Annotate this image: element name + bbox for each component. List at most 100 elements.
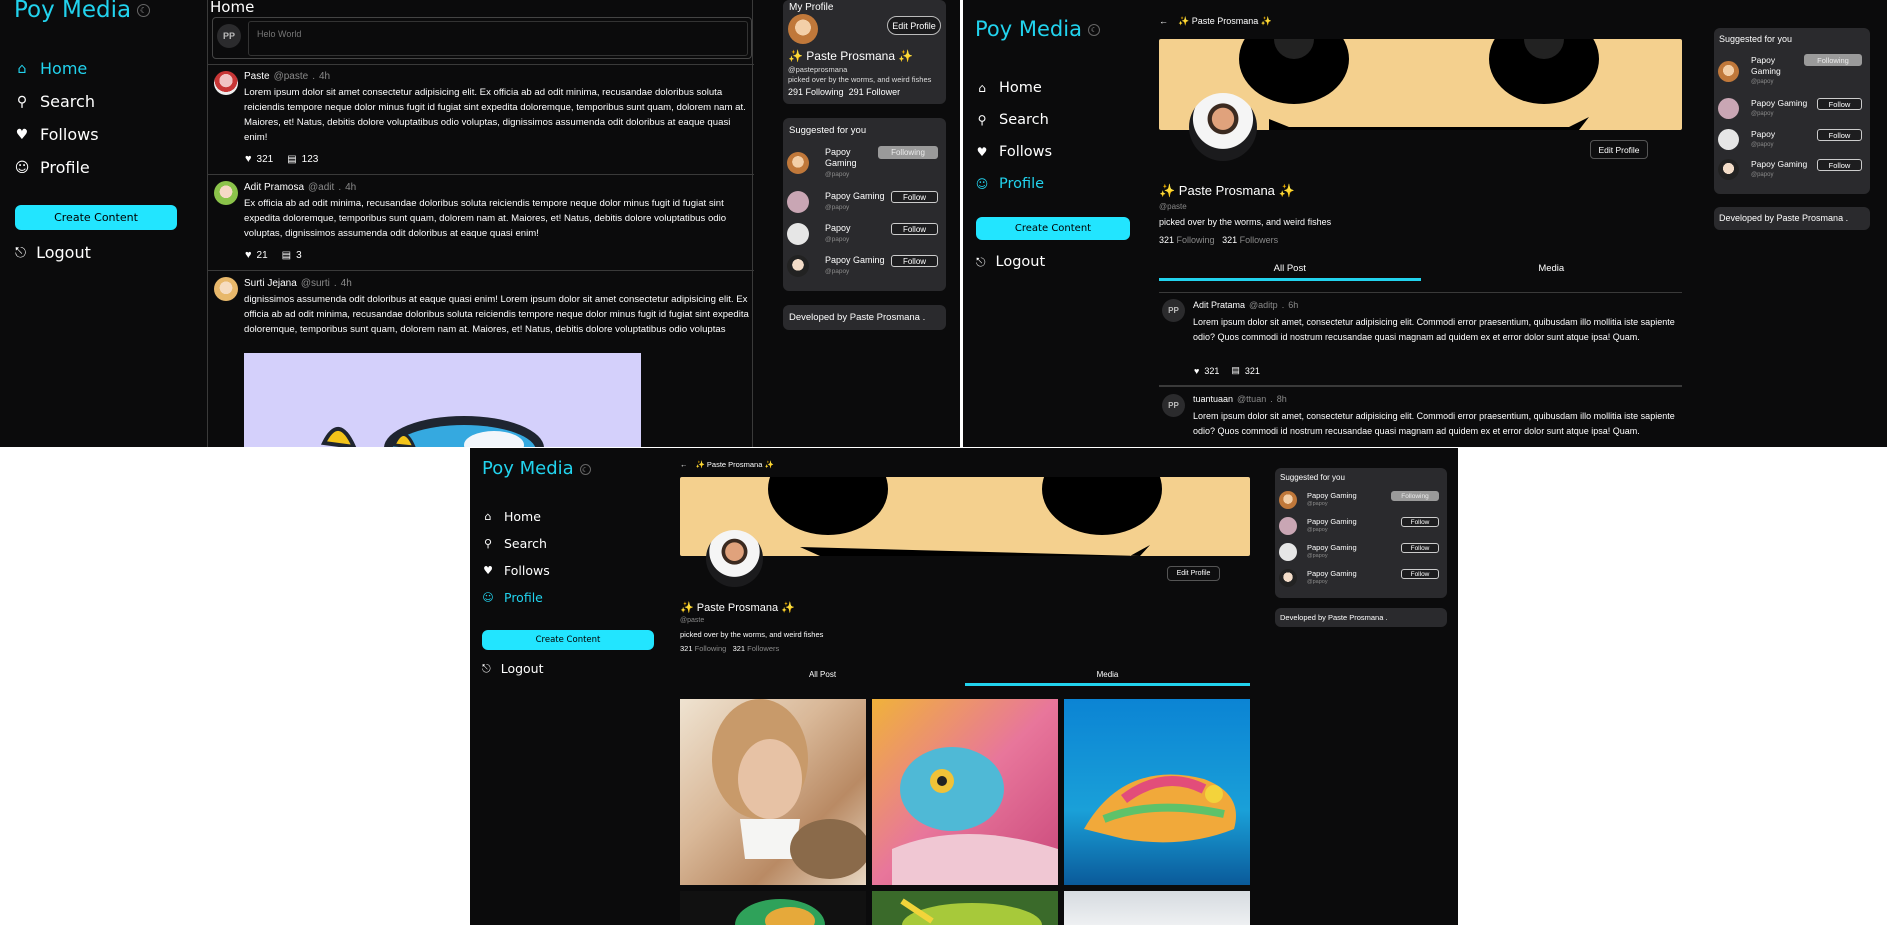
suggested-item[interactable]: Papoy Gaming @papoy Following: [1279, 490, 1445, 510]
logout-button[interactable]: ⎋ Logout: [482, 661, 544, 676]
nav-search[interactable]: ⚲ Search: [975, 104, 1052, 136]
comment-icon[interactable]: ▤: [287, 154, 296, 165]
follow-button[interactable]: Follow: [891, 223, 938, 235]
follow-button[interactable]: Follow: [891, 255, 938, 267]
profile-tabs: All Post Media: [680, 670, 1250, 686]
moon-icon[interactable]: ☾: [137, 4, 151, 17]
suggested-item[interactable]: Papoy Gaming @papoy Following: [1718, 54, 1868, 88]
suggested-item[interactable]: Papoy Gaming @papoy Follow: [1718, 98, 1868, 119]
media-item[interactable]: [872, 891, 1058, 925]
logout-button[interactable]: ⎋ Logout: [15, 243, 91, 262]
media-item[interactable]: [872, 699, 1058, 885]
suggested-item[interactable]: Papoy @papoy Follow: [1718, 129, 1868, 150]
tab-all-post[interactable]: All Post: [680, 670, 965, 686]
logout-button[interactable]: ⎋ Logout: [976, 254, 1045, 270]
edit-profile-button[interactable]: Edit Profile: [887, 16, 941, 35]
follow-button[interactable]: Follow: [1401, 543, 1439, 553]
nav-profile[interactable]: ☺ Profile: [482, 584, 550, 611]
nav-follows[interactable]: ♥ Follows: [975, 136, 1052, 168]
moon-icon[interactable]: ☾: [1087, 24, 1100, 36]
heart-icon[interactable]: ♥: [245, 249, 252, 261]
tab-media[interactable]: Media: [1421, 263, 1683, 281]
following-label[interactable]: Following: [695, 644, 727, 653]
nav-home[interactable]: ⌂ Home: [482, 503, 550, 530]
nav-follows[interactable]: ♥ Follows: [482, 557, 550, 584]
media-item[interactable]: [1064, 891, 1250, 925]
post-item[interactable]: Surti Jejana @surti . 4h dignissimos ass…: [208, 271, 754, 447]
post-stats: ♥ 321 ▤ 321: [1194, 365, 1260, 376]
post-author[interactable]: tuantuaan: [1193, 394, 1233, 404]
comment-icon[interactable]: ▤: [1231, 365, 1240, 376]
follower-label[interactable]: Follower: [866, 87, 900, 97]
post-author[interactable]: Adit Pratama: [1193, 300, 1245, 310]
nav-home-label: Home: [504, 509, 541, 524]
suggested-item[interactable]: Papoy @papoy Follow: [787, 223, 944, 245]
post-author[interactable]: Paste: [244, 71, 270, 82]
follow-button[interactable]: Follow: [1401, 569, 1439, 579]
suggested-item[interactable]: Papoy Gaming @papoy Following: [787, 146, 944, 180]
nav-home[interactable]: ⌂ Home: [14, 52, 99, 85]
media-item[interactable]: [1064, 699, 1250, 885]
post-item[interactable]: PP Adit Pratama @aditp . 6h Lorem ipsum …: [1159, 292, 1682, 386]
back-arrow-icon[interactable]: ←: [1159, 16, 1168, 26]
following-button[interactable]: Following: [1391, 491, 1439, 501]
follow-button[interactable]: Follow: [1817, 98, 1862, 110]
footer-card: Developed by Paste Prosmana .: [1714, 207, 1870, 230]
avatar[interactable]: [788, 14, 818, 44]
tab-media[interactable]: Media: [965, 670, 1250, 686]
media-item[interactable]: [680, 699, 866, 885]
suggested-item[interactable]: Papoy Gaming @papoy Follow: [1279, 542, 1445, 562]
composer: PP Helo World: [212, 17, 752, 59]
moon-icon[interactable]: ☾: [579, 463, 591, 475]
suggested-item[interactable]: Papoy Gaming @papoy Follow: [787, 191, 944, 213]
heart-icon[interactable]: ♥: [1194, 366, 1199, 376]
nav-search[interactable]: ⚲ Search: [14, 85, 99, 118]
nav-home[interactable]: ⌂ Home: [975, 72, 1052, 104]
post-item[interactable]: Paste @paste . 4h Lorem ipsum dolor sit …: [208, 64, 754, 175]
followers-count: 321: [1222, 235, 1238, 245]
app-logo[interactable]: Poy Media ☾: [975, 17, 1100, 41]
edit-profile-button[interactable]: Edit Profile: [1590, 140, 1648, 159]
suggested-item[interactable]: Papoy Gaming @papoy Follow: [787, 255, 944, 277]
post-author[interactable]: Surti Jejana: [244, 278, 297, 289]
suggested-item[interactable]: Papoy Gaming @papoy Follow: [1279, 568, 1445, 588]
suggested-item[interactable]: Papoy Gaming @papoy Follow: [1279, 516, 1445, 536]
composer-input[interactable]: Helo World: [248, 21, 748, 56]
media-item[interactable]: [680, 891, 866, 925]
post-item[interactable]: PP tuantuaan @ttuan . 8h Lorem ipsum dol…: [1159, 386, 1682, 447]
nav-search[interactable]: ⚲ Search: [482, 530, 550, 557]
heart-icon[interactable]: ♥: [245, 153, 252, 165]
comment-icon[interactable]: ▤: [282, 250, 291, 261]
tab-all-post[interactable]: All Post: [1159, 263, 1421, 281]
follow-button[interactable]: Follow: [891, 191, 938, 203]
following-label[interactable]: Following: [806, 87, 844, 97]
profile-avatar[interactable]: [706, 530, 763, 587]
nav-follows[interactable]: ♥ Follows: [14, 118, 99, 151]
edit-profile-button[interactable]: Edit Profile: [1167, 566, 1220, 581]
nav-profile[interactable]: ☺ Profile: [975, 168, 1052, 200]
app-logo[interactable]: Poy Media ☾: [482, 458, 591, 479]
back-arrow-icon[interactable]: ←: [680, 460, 688, 469]
follow-button[interactable]: Follow: [1817, 129, 1862, 141]
followers-label[interactable]: Followers: [747, 644, 779, 653]
post-item[interactable]: Adit Pramosa @adit . 4h Ex officia ab ad…: [208, 175, 754, 271]
create-content-button[interactable]: Create Content: [482, 630, 654, 650]
follow-button[interactable]: Follow: [1401, 517, 1439, 527]
post-header: Paste @paste . 4h: [244, 71, 330, 82]
profile-counts: 321 Following 321 Followers: [680, 644, 779, 653]
comment-count: 321: [1244, 365, 1260, 376]
follow-button[interactable]: Follow: [1817, 159, 1862, 171]
create-content-button[interactable]: Create Content: [15, 205, 177, 230]
suggested-item[interactable]: Papoy Gaming @papoy Follow: [1718, 159, 1868, 180]
following-label[interactable]: Following: [1177, 235, 1215, 245]
profile-avatar[interactable]: [1189, 93, 1257, 161]
post-image[interactable]: [244, 353, 641, 447]
profile-name: ✨ Paste Prosmana ✨: [680, 602, 795, 614]
following-button[interactable]: Following: [878, 146, 938, 159]
followers-label[interactable]: Followers: [1240, 235, 1279, 245]
post-author[interactable]: Adit Pramosa: [244, 182, 304, 193]
nav-profile[interactable]: ☺ Profile: [14, 151, 99, 184]
create-content-button[interactable]: Create Content: [976, 217, 1130, 240]
app-logo[interactable]: Poy Media ☾: [14, 0, 151, 23]
following-button[interactable]: Following: [1804, 54, 1862, 66]
